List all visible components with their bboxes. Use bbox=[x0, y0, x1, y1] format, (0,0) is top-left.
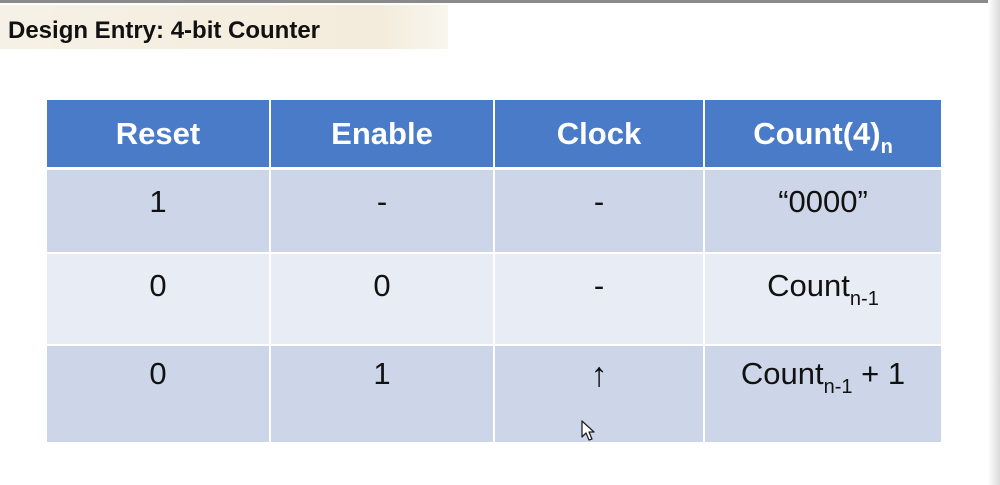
header-count: Count(4)n bbox=[704, 100, 941, 170]
cell-reset: 0 bbox=[47, 253, 271, 346]
cell-count-value: Count bbox=[740, 356, 824, 391]
cell-count: Countn-1 bbox=[704, 253, 941, 346]
header-reset-label: Reset bbox=[115, 115, 201, 151]
cell-count-value: Count bbox=[767, 268, 850, 303]
cell-count: Countn-1 + 1 bbox=[704, 345, 941, 444]
cell-clock: - bbox=[494, 168, 705, 254]
cell-reset: 1 bbox=[47, 168, 271, 254]
cell-count-subscript: n-1 bbox=[823, 376, 853, 398]
counter-truth-table: Reset Enable Clock Count(4)n 1 - - “0000… bbox=[47, 100, 941, 444]
cell-count-value: “0000” bbox=[778, 184, 868, 219]
table-row: 1 - - “0000” bbox=[47, 168, 941, 254]
mouse-pointer-icon bbox=[581, 420, 595, 441]
slide: Design Entry: 4-bit Counter Reset Enable… bbox=[0, 0, 1000, 485]
cell-reset: 0 bbox=[47, 345, 271, 444]
table-header-row: Reset Enable Clock Count(4)n bbox=[47, 100, 941, 170]
header-clock: Clock bbox=[494, 100, 705, 170]
top-rule bbox=[0, 0, 1000, 3]
cell-count-suffix: + 1 bbox=[852, 356, 906, 391]
header-reset: Reset bbox=[47, 100, 271, 170]
table-row: 0 0 - Countn-1 bbox=[47, 253, 941, 346]
cell-clock: - bbox=[494, 253, 705, 346]
slide-title: Design Entry: 4-bit Counter bbox=[8, 17, 321, 44]
header-count-label: Count(4) bbox=[753, 115, 881, 151]
window-edge bbox=[988, 0, 1000, 485]
cell-enable: 0 bbox=[270, 253, 495, 346]
header-enable: Enable bbox=[270, 100, 495, 170]
title-band: Design Entry: 4-bit Counter bbox=[0, 5, 448, 49]
cell-clock: ↑ bbox=[494, 345, 705, 444]
header-clock-label: Clock bbox=[556, 115, 642, 151]
table-row: 0 1 ↑ Countn-1 + 1 bbox=[47, 345, 941, 444]
header-count-subscript: n bbox=[880, 135, 893, 158]
cell-enable: - bbox=[270, 168, 495, 254]
cell-count-subscript: n-1 bbox=[849, 288, 879, 310]
header-enable-label: Enable bbox=[331, 115, 433, 151]
cell-enable: 1 bbox=[270, 345, 495, 444]
cell-count: “0000” bbox=[704, 168, 941, 254]
